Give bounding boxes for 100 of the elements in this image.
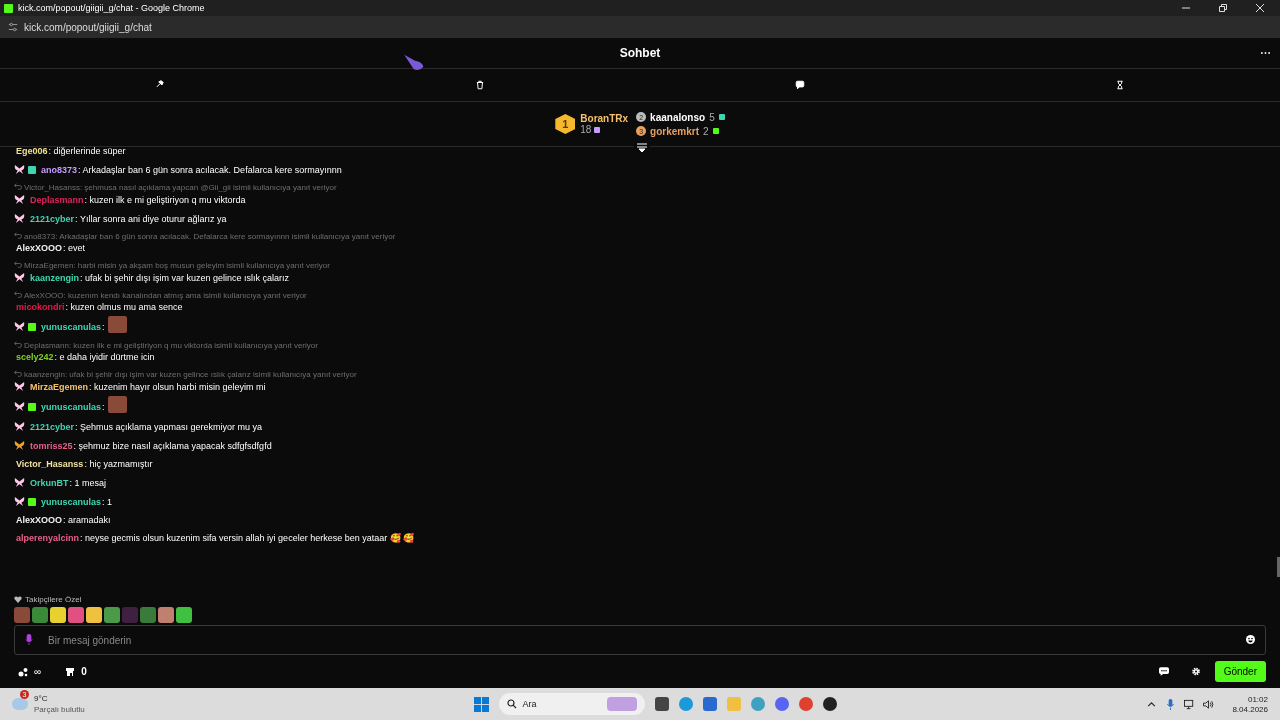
heart-icon — [14, 596, 22, 603]
microphone-icon[interactable] — [25, 634, 33, 645]
message-text: : — [102, 401, 105, 412]
scrollbar-thumb[interactable] — [1277, 557, 1280, 577]
message-text: : e daha iyidir dürtme icin — [54, 352, 155, 362]
start-icon[interactable] — [473, 696, 489, 712]
clock-time: 01:02 — [1247, 694, 1268, 704]
reply-context: kaanzengin: ufak bi şehir dışı işim var kuzen gelince ıslık çalarız isimli kullanıcıya yanıt veriyor — [24, 370, 357, 379]
message-text: : 1 mesaj — [69, 477, 107, 488]
temperature-text: 9°C — [34, 694, 49, 703]
reply-context: Deplasmann: kuzen ilk e mi geliştiriyon q mu viktorda isimli kullanıcıya yanıt veriyor — [24, 341, 318, 350]
message-text: : ufak bi şehir dışı işim var kuzen gelince ıslık çalarız — [80, 272, 290, 283]
search-icon — [506, 699, 517, 709]
chat-username[interactable]: kaanzengin — [30, 272, 79, 283]
chat-username[interactable]: scely242 — [16, 352, 54, 362]
hourglass-icon[interactable] — [1115, 80, 1125, 90]
chat-username[interactable]: AlexXOOO — [16, 243, 62, 253]
emote-placeholder[interactable] — [50, 607, 66, 623]
clock-date: 8.04.2026 — [1232, 704, 1268, 714]
chat-username[interactable]: OrkunBT — [30, 477, 69, 488]
app-icon[interactable] — [822, 697, 837, 711]
browser-icon[interactable] — [798, 697, 813, 711]
gift-count: 2 — [703, 125, 709, 137]
message-text: : Yıllar sonra ani diye oturur ağlarız ya — [75, 213, 227, 224]
points-value: ∞ — [34, 666, 42, 677]
message-text: : — [102, 321, 105, 332]
network-icon[interactable] — [1184, 698, 1196, 710]
chat-username[interactable]: yunuscanulas — [41, 321, 102, 332]
reply-icon — [14, 183, 22, 190]
chat-username[interactable]: yunuscanulas — [41, 496, 102, 507]
chat-bubble-icon[interactable] — [795, 80, 805, 90]
send-button[interactable]: Gönder — [1214, 661, 1266, 682]
store-count: 0 — [81, 666, 87, 677]
chat-username[interactable]: 2121cyber — [30, 421, 75, 432]
restore-icon[interactable] — [1219, 4, 1227, 12]
message-text: : kuzen ilk e mi geliştiriyon q mu viktorda — [84, 194, 246, 205]
chat-username[interactable]: yunuscanulas — [41, 401, 102, 412]
rank-badge: 1 — [555, 114, 576, 134]
reply-context: ano8373: Arkadaşlar ban 6 gün sonra acılacak. Defalarca kere sormayınnn isimli kullanıcıya yanıt veriyor — [24, 232, 396, 241]
emoji-icon[interactable] — [1246, 635, 1255, 644]
message-text: : Arkadaşlar ban 6 gün sonra acılacak. Defalarca kere sormayınnn — [78, 164, 342, 175]
window-title: kick.com/popout/giigii_g/chat - Google Chrome — [18, 3, 205, 13]
chat-username[interactable]: Ege006 — [16, 147, 48, 156]
gifter-name: kaanalonso — [650, 111, 706, 123]
message-text: : Şehmus açıklama yapması gerekmiyor mu ya — [75, 421, 263, 432]
message-text: : kuzen olmus mu ama sence — [65, 302, 183, 312]
message-text: : neyse gecmis olsun kuzenim sifa versin allah iyi geceler herkese ben yataar 🥰 🥰 — [80, 533, 415, 543]
followers-only-label: Takipçilere Özel — [25, 595, 82, 604]
browser-icon[interactable] — [678, 697, 693, 711]
trash-icon[interactable] — [475, 80, 485, 90]
volume-icon[interactable] — [1203, 698, 1215, 710]
address-field[interactable]: kick.com/popout/giigii_g/chat — [24, 21, 152, 33]
message-text: : şehmuz bize nasıl açıklama yapacak sdfgfsdfgfd — [73, 440, 272, 451]
app-icon[interactable] — [654, 697, 669, 711]
reply-context: MirzaEgemen: harbi misin ya akşam boş musun geleyim isimli kullanıcıya yanıt veriyor — [24, 261, 330, 270]
message-input-field[interactable]: Bir mesaj gönderin — [14, 625, 1266, 655]
chat-username[interactable]: MirzaEgemen — [30, 381, 89, 392]
microphone-icon[interactable] — [1165, 698, 1177, 710]
gift-count: 5 — [709, 111, 715, 123]
reply-context: AlexXOOO: kuzenım kendı kanalından atmış ama isimli kullanıcıya yanıt veriyor — [24, 291, 307, 300]
reply-icon — [14, 232, 22, 239]
message-text: : diğerlerinde süper — [48, 147, 126, 156]
taskbar-search-field[interactable]: Ara — [498, 693, 645, 715]
message-text: : hiç yazmamıştır — [84, 459, 153, 469]
chat-username[interactable]: Victor_Hasanss — [16, 459, 84, 469]
weather-cloud-icon[interactable] — [12, 698, 28, 710]
reply-icon — [14, 291, 22, 298]
reply-icon — [14, 341, 22, 348]
points-icon[interactable] — [18, 666, 28, 677]
chat-username[interactable]: micokondri — [16, 302, 65, 312]
chat-username[interactable]: tomriss25 — [30, 440, 73, 451]
reply-context: Victor_Hasanss: şehmusa nasıl açıklama yapcan @Gii_gii isimli kullanıcıya yanıt veriyor — [24, 183, 337, 192]
message-text: : aramadakı — [63, 515, 111, 525]
chat-username[interactable]: ano8373 — [41, 164, 78, 175]
message-text: : evet — [63, 243, 86, 253]
hammer-icon[interactable] — [155, 80, 165, 90]
gift-icon — [594, 126, 601, 133]
chat-title: Sohbet — [619, 46, 661, 60]
store-icon[interactable] — [65, 666, 76, 677]
gifter-name: BoranTRx — [580, 113, 629, 124]
chat-username[interactable]: Deplasmann — [30, 194, 84, 205]
gift-count: 18 — [580, 124, 592, 135]
close-icon[interactable] — [1256, 4, 1264, 12]
reply-icon — [14, 370, 22, 377]
site-settings-icon[interactable] — [8, 22, 18, 32]
gifter-name: gorkemkrt — [650, 125, 699, 137]
chat-bubble-icon[interactable] — [1158, 667, 1169, 676]
chat-username[interactable]: AlexXOOO — [16, 515, 62, 525]
message-text: : 1 — [102, 496, 113, 507]
reply-icon — [14, 261, 22, 268]
settings-icon[interactable] — [1190, 667, 1201, 676]
minimize-icon[interactable] — [1182, 4, 1190, 12]
emote-placeholder[interactable] — [86, 607, 102, 623]
chat-username[interactable]: 2121cyber — [30, 213, 75, 224]
chat-app-icon[interactable] — [774, 697, 789, 711]
site-logo-icon — [4, 3, 13, 13]
chat-username[interactable]: alperenyalcinn — [16, 533, 80, 543]
weather-text: Parçalı bulutlu — [34, 705, 85, 714]
message-text: : kuzenim hayır olsun harbi misin geleyim mi — [89, 381, 266, 392]
store-app-icon[interactable] — [702, 697, 717, 711]
